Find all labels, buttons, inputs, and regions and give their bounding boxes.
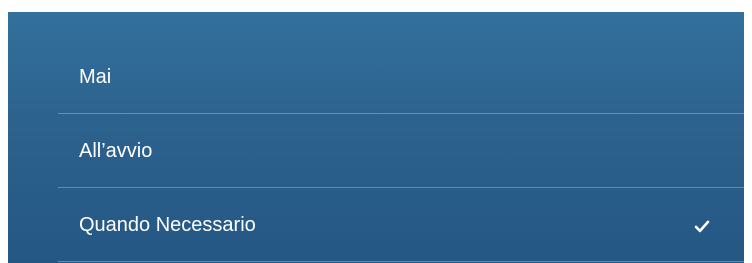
option-label: Quando Necessario (79, 214, 256, 236)
divider (58, 261, 744, 262)
checkmark-icon (694, 220, 710, 233)
option-mai[interactable]: Mai (8, 40, 744, 114)
option-quando-necessario[interactable]: Quando Necessario (8, 188, 744, 262)
options-panel: Mai All’avvio Quando Necessario (8, 12, 744, 263)
option-all-avvio[interactable]: All’avvio (8, 114, 744, 188)
option-label: Mai (79, 66, 112, 88)
option-label: All’avvio (79, 140, 153, 162)
